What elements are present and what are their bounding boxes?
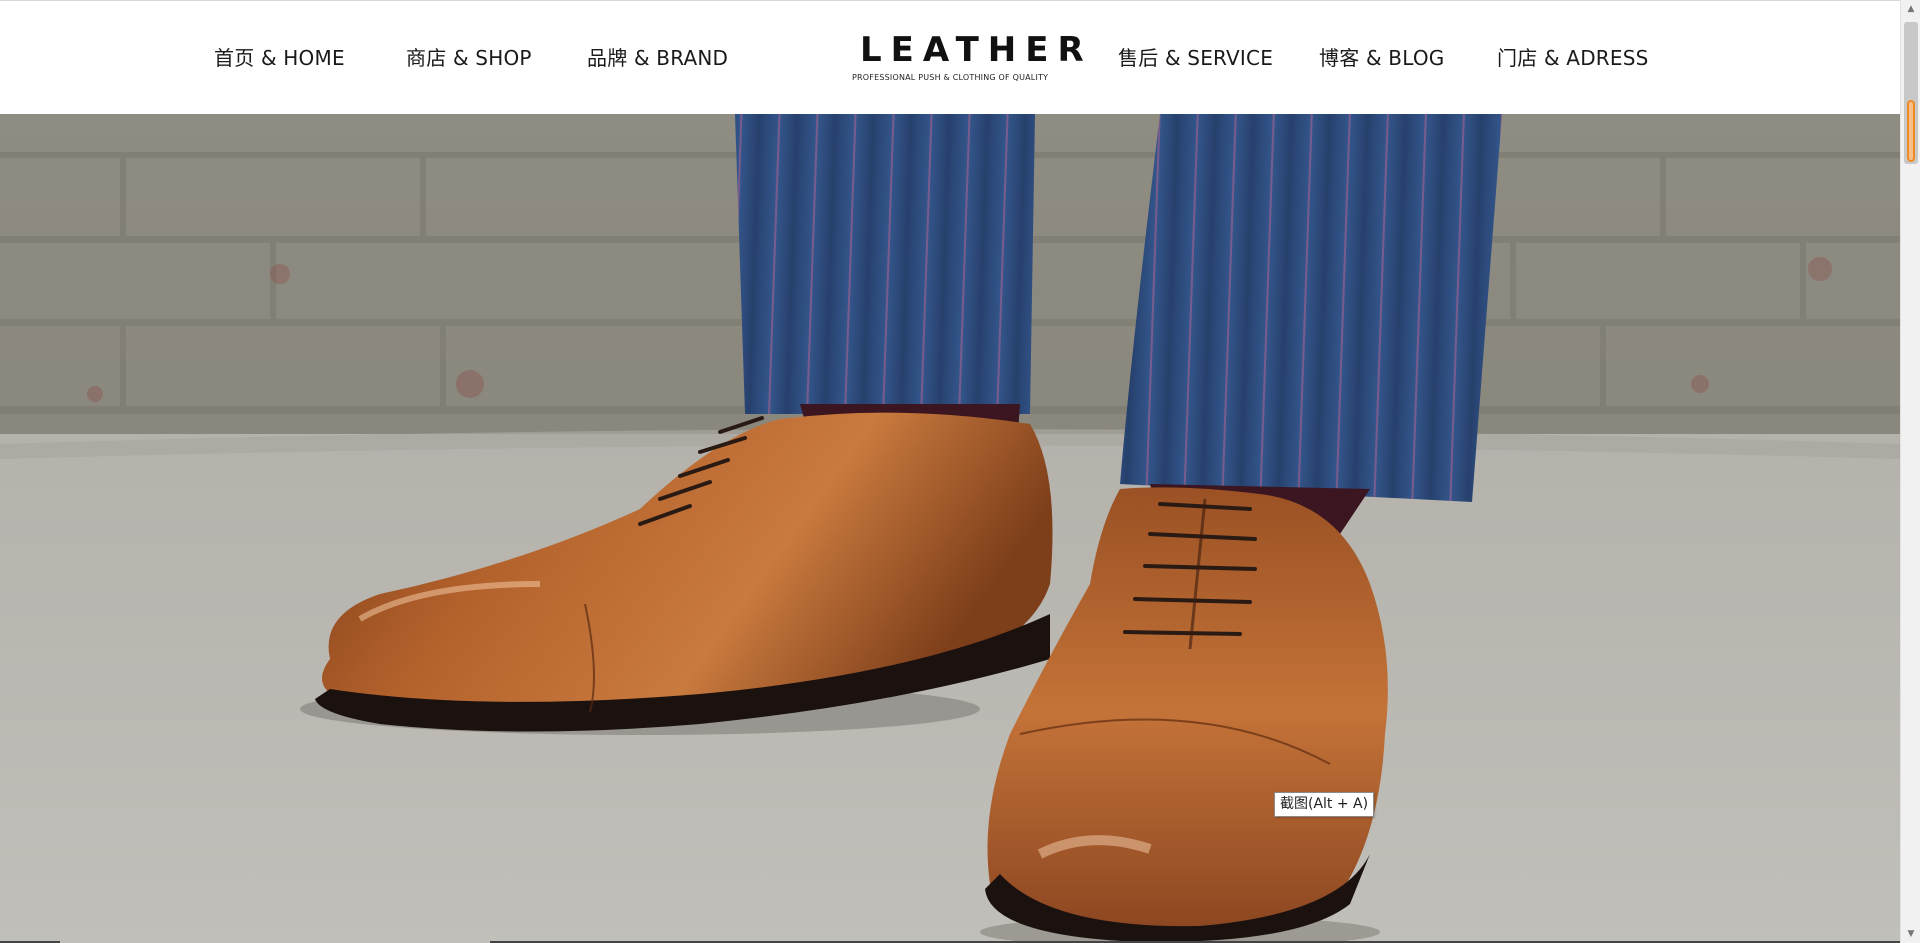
hero-shoes-image xyxy=(0,114,1900,943)
nav-shop[interactable]: 商店 & SHOP xyxy=(406,45,532,71)
site-header: 首页 & HOME 商店 & SHOP 品牌 & BRAND LEATHER P… xyxy=(0,0,1900,114)
site-logo[interactable]: LEATHER PROFESSIONAL PUSH & CLOTHING OF … xyxy=(852,30,1093,89)
scrollbar-accent-indicator xyxy=(1907,100,1915,162)
vertical-scrollbar[interactable]: ▲ ▼ xyxy=(1900,0,1920,943)
screenshot-tooltip: 截图(Alt + A) xyxy=(1274,792,1375,817)
nav-address[interactable]: 门店 & ADRESS xyxy=(1497,45,1649,71)
browser-viewport: 首页 & HOME 商店 & SHOP 品牌 & BRAND LEATHER P… xyxy=(0,0,1900,943)
nav-blog[interactable]: 博客 & BLOG xyxy=(1319,45,1445,71)
nav-home[interactable]: 首页 & HOME xyxy=(214,45,345,71)
nav-service[interactable]: 售后 & SERVICE xyxy=(1118,45,1273,71)
scroll-up-icon[interactable]: ▲ xyxy=(1901,0,1920,18)
logo-tagline: PROFESSIONAL PUSH & CLOTHING OF QUALITY xyxy=(852,73,1049,82)
hero-banner: 截图(Alt + A) xyxy=(0,114,1900,943)
logo-wordmark: LEATHER xyxy=(860,30,1093,70)
scroll-down-icon[interactable]: ▼ xyxy=(1901,925,1920,943)
nav-brand[interactable]: 品牌 & BRAND xyxy=(587,45,728,71)
